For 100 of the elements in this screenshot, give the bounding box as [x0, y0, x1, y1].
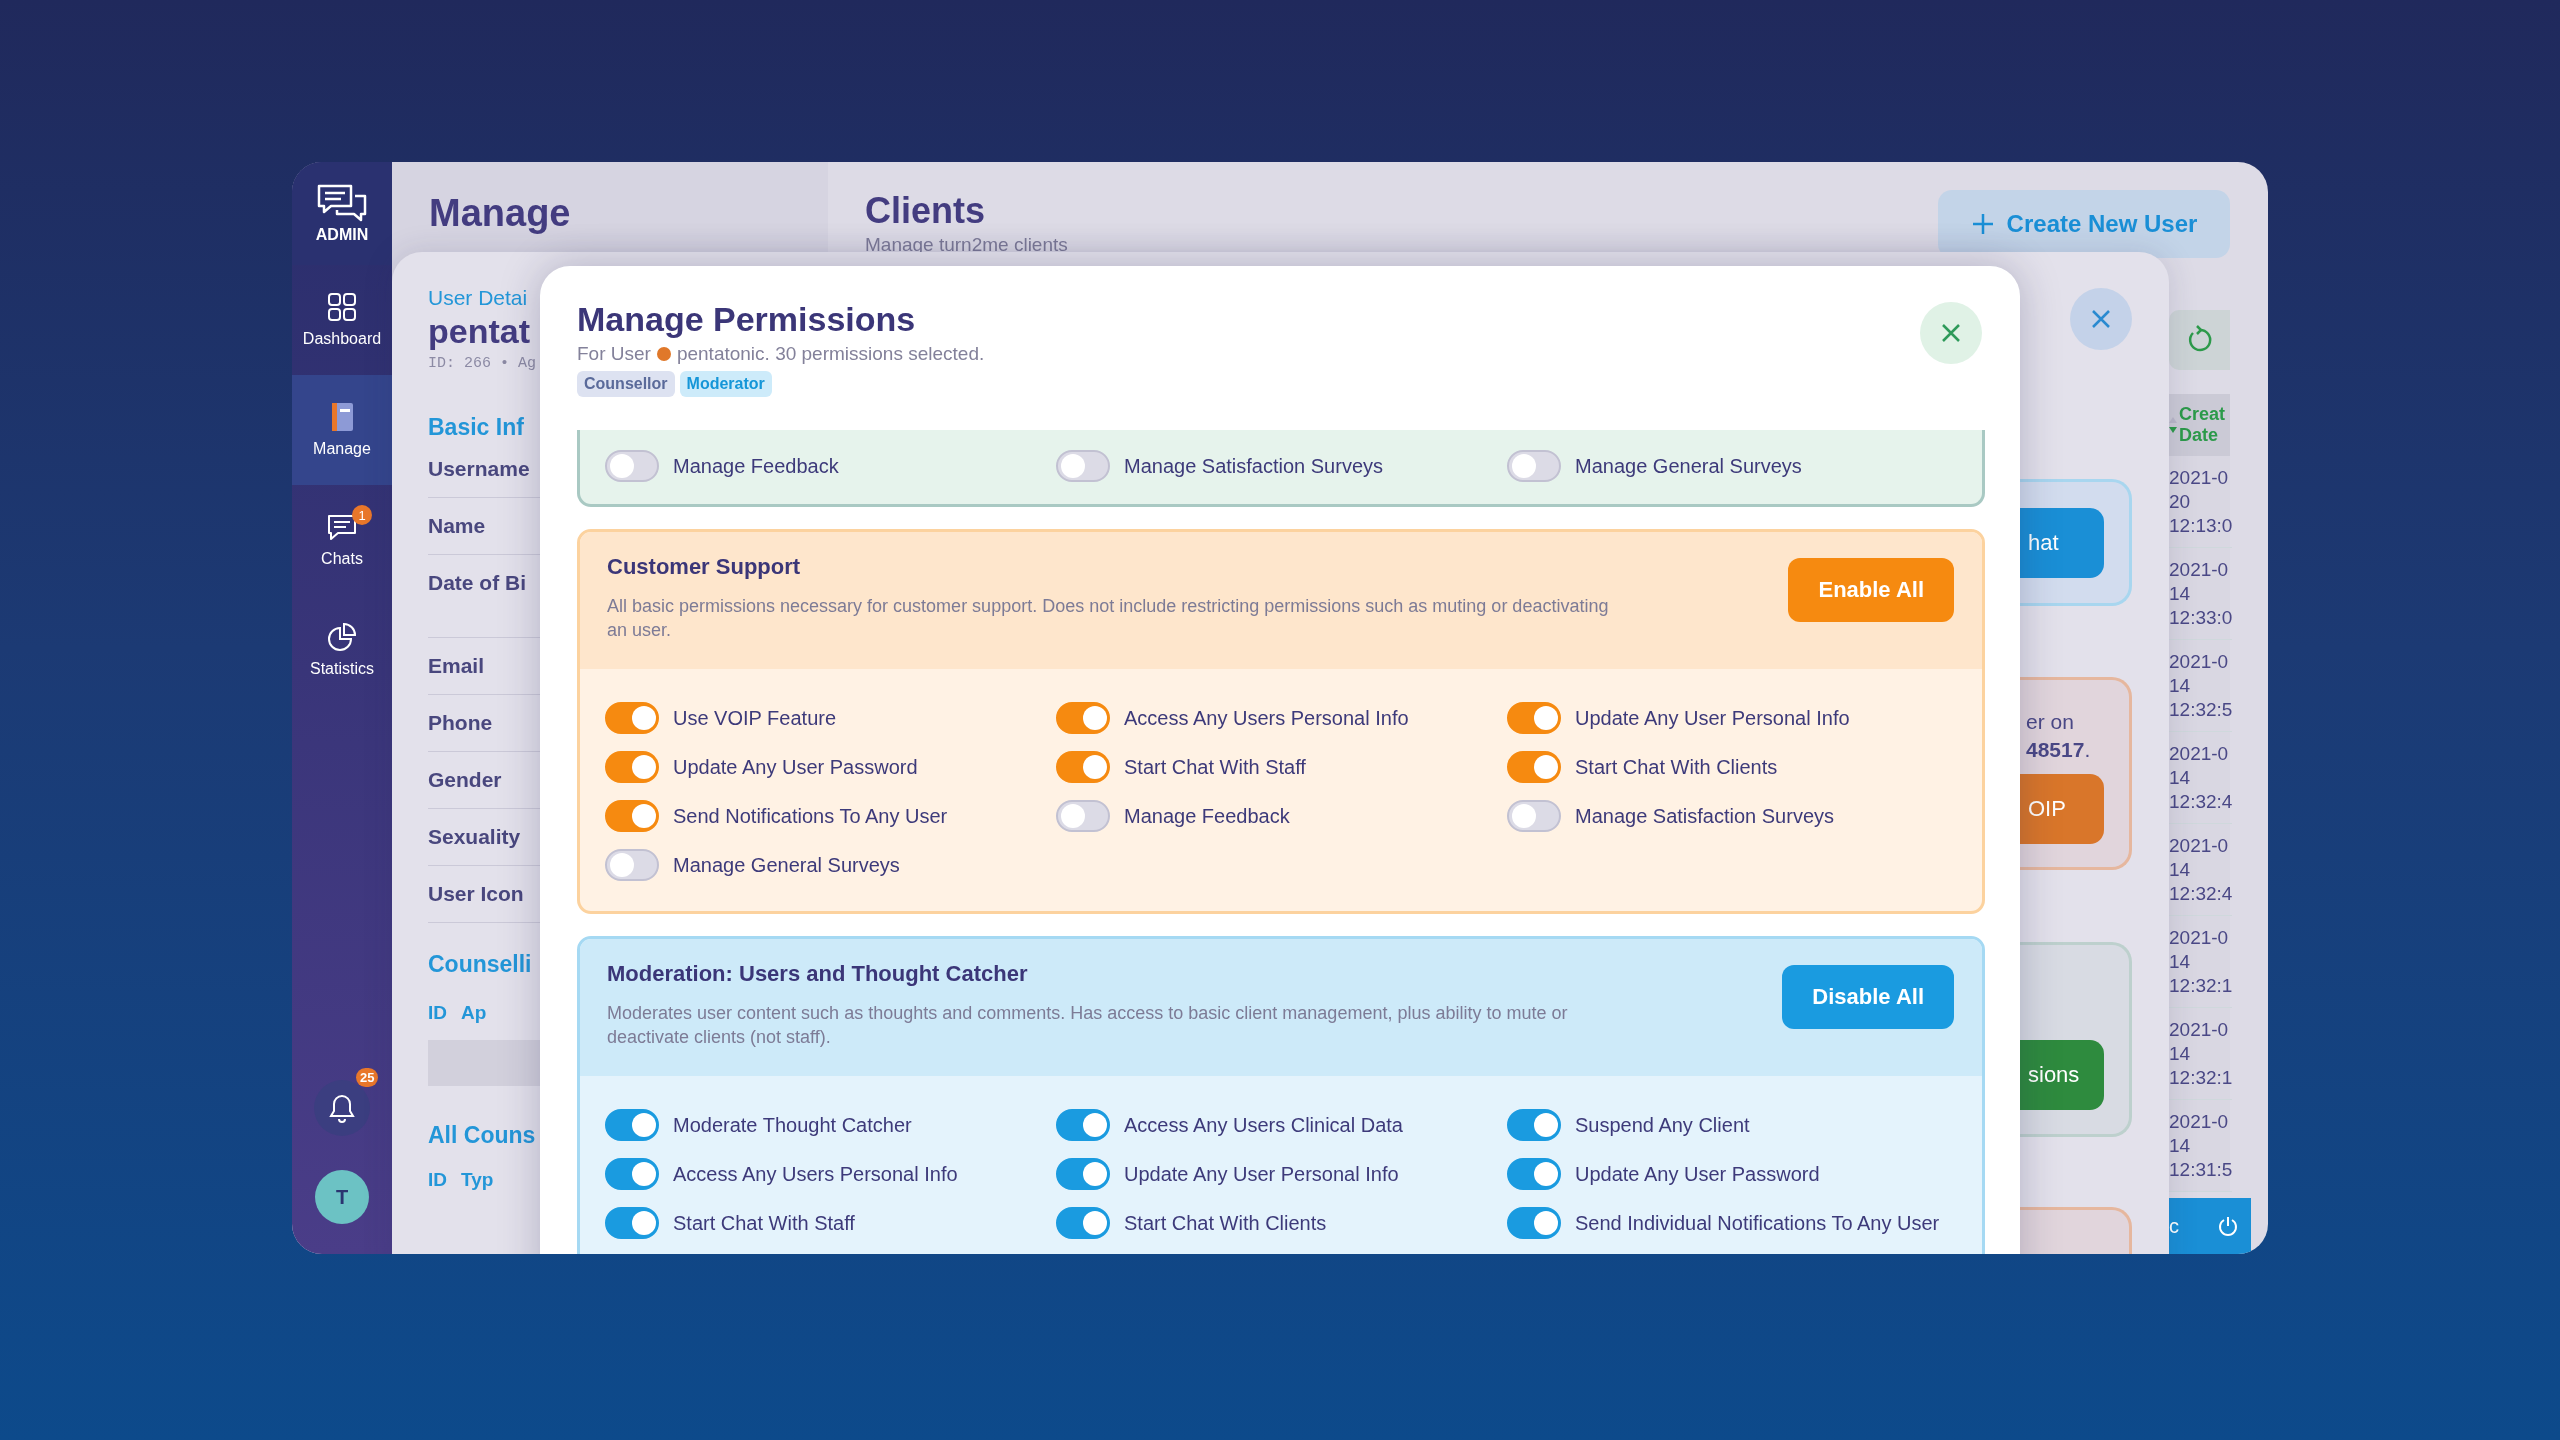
- field-label: Gender: [428, 768, 502, 791]
- phone-number: 48517.: [2025, 737, 2091, 763]
- toggle-switch[interactable]: [1507, 450, 1561, 482]
- field-label: Name: [428, 514, 486, 537]
- toggle-switch[interactable]: [605, 1207, 659, 1239]
- permission-label: Access Any Users Clinical Data: [1124, 1113, 1403, 1137]
- toggle-switch[interactable]: [1056, 751, 1110, 783]
- permission-label: Manage Satisfaction Surveys: [1575, 804, 1835, 828]
- permission-label: Update Any User Password: [1575, 1162, 1820, 1186]
- toggle-switch[interactable]: [605, 450, 659, 482]
- user-avatar-dot: [656, 347, 671, 361]
- toggle-switch[interactable]: [605, 849, 659, 881]
- toggle-switch[interactable]: [1056, 702, 1110, 734]
- sidebar-item[interactable]: Chats 1: [292, 485, 392, 595]
- permission-label: Access Any Users Personal Info: [673, 1162, 958, 1186]
- refresh-button[interactable]: [2169, 310, 2230, 370]
- field-label: Username: [428, 457, 530, 480]
- toggle-switch[interactable]: [605, 1109, 659, 1141]
- toggle-switch[interactable]: [1507, 800, 1561, 832]
- sort-icon: [2169, 415, 2177, 435]
- column-header[interactable]: ID: [428, 1169, 447, 1191]
- group-title: Customer Support: [607, 554, 802, 580]
- bell-icon: [328, 1093, 356, 1123]
- permission-label: Start Chat With Staff: [1124, 755, 1306, 779]
- section-subtitle: Manage turn2me clients: [865, 234, 1068, 256]
- permission-label: Start Chat With Clients: [1575, 755, 1778, 779]
- chat-icon: [326, 512, 358, 542]
- column-header[interactable]: ID: [428, 1002, 447, 1024]
- toggle-switch[interactable]: [605, 702, 659, 734]
- permission-label: Manage Feedback: [673, 454, 839, 478]
- column-header[interactable]: Ap: [461, 1002, 487, 1024]
- toggle-switch[interactable]: [1507, 1207, 1561, 1239]
- column-header[interactable]: Typ: [461, 1169, 494, 1191]
- field-label: Email: [428, 654, 485, 677]
- permission-label: Access Any Users Personal Info: [1124, 706, 1409, 730]
- subtitle-text: pentatonic. 30 permissions selected.: [676, 343, 985, 365]
- logo-label: ADMIN: [315, 225, 369, 244]
- group-title: Moderation: Users and Thought Catcher: [607, 961, 1029, 987]
- sidebar-item[interactable]: Manage: [292, 375, 392, 485]
- toggle-switch[interactable]: [605, 1158, 659, 1190]
- toggle-all-button[interactable]: Disable All: [1782, 965, 1954, 1029]
- toggle-all-button[interactable]: Enable All: [1788, 558, 1954, 622]
- toggle-switch[interactable]: [1056, 450, 1110, 482]
- close-icon: [1940, 322, 1962, 344]
- permission-label: Manage General Surveys: [1575, 454, 1802, 478]
- permission-label: Moderate Thought Catcher: [673, 1113, 912, 1137]
- close-icon: [2090, 308, 2112, 330]
- role-tag: Moderator: [679, 371, 772, 397]
- bar-text: c: [2169, 1214, 2179, 1238]
- column-header[interactable]: Creat Date: [2169, 394, 2230, 456]
- section-heading: All Couns: [428, 1122, 537, 1149]
- section-title: Clients: [865, 190, 987, 232]
- user-name: pentat: [428, 312, 531, 351]
- chat-button[interactable]: hat: [2020, 507, 2104, 578]
- page-title: Manage: [429, 192, 572, 235]
- toggle-switch[interactable]: [1056, 1109, 1110, 1141]
- panel-heading: User Detai: [428, 286, 529, 310]
- toggle-switch[interactable]: [1507, 1109, 1561, 1141]
- sidebar-item[interactable]: Dashboard: [292, 265, 392, 375]
- create-user-button[interactable]: Create New User: [1938, 190, 2230, 258]
- pie-chart-icon: [326, 622, 358, 652]
- toggle-switch[interactable]: [1056, 1207, 1110, 1239]
- permission-label: Suspend Any Client: [1575, 1113, 1750, 1137]
- grid-icon: [327, 292, 357, 322]
- permission-label: Start Chat With Staff: [673, 1211, 855, 1235]
- permission-label: Manage General Surveys: [673, 853, 900, 877]
- notifications-button[interactable]: [314, 1080, 370, 1136]
- role-tag: Counsellor: [577, 371, 675, 397]
- permission-label: Update Any User Personal Info: [1124, 1162, 1399, 1186]
- permission-label: Send Individual Notifications To Any User: [1575, 1211, 1940, 1235]
- count-badge: 25: [356, 1068, 379, 1087]
- group-description: Moderates user content such as thoughts and comments. Has access to basic client management, plus ability to mute or deactivate clients (not staff).: [607, 1002, 1569, 1049]
- permission-label: Manage Feedback: [1124, 804, 1290, 828]
- toggle-switch[interactable]: [1507, 751, 1561, 783]
- count-badge: 1: [352, 505, 372, 525]
- toggle-switch[interactable]: [1507, 1158, 1561, 1190]
- toggle-switch[interactable]: [605, 751, 659, 783]
- avatar[interactable]: T: [315, 1170, 369, 1224]
- toggle-switch[interactable]: [605, 800, 659, 832]
- permission-label: Update Any User Personal Info: [1575, 706, 1850, 730]
- field-label: Phone: [428, 711, 493, 734]
- section-heading: Counselli: [428, 951, 533, 978]
- power-icon: [2217, 1215, 2239, 1237]
- permission-label: Update Any User Password: [673, 755, 918, 779]
- voip-button[interactable]: OIP: [2020, 774, 2104, 844]
- subtitle-text: For User: [577, 343, 651, 365]
- field-label: Date of Bi: [428, 571, 526, 594]
- plus-icon: [1970, 212, 1995, 236]
- sidebar-item[interactable]: Statistics: [292, 595, 392, 705]
- toggle-switch[interactable]: [1507, 702, 1561, 734]
- permission-label: Manage Satisfaction Surveys: [1124, 454, 1384, 478]
- permissions-button[interactable]: sions: [2020, 1040, 2104, 1110]
- toggle-switch[interactable]: [1056, 1158, 1110, 1190]
- chat-bubbles-icon: [317, 183, 367, 224]
- field-label: Sexuality: [428, 825, 521, 848]
- section-heading: Basic Inf: [428, 414, 525, 441]
- permission-label: Send Notifications To Any User: [673, 804, 948, 828]
- user-meta: ID: 266 • Ag: [428, 355, 538, 372]
- toggle-switch[interactable]: [1056, 800, 1110, 832]
- permission-label: Use VOIP Feature: [673, 706, 837, 730]
